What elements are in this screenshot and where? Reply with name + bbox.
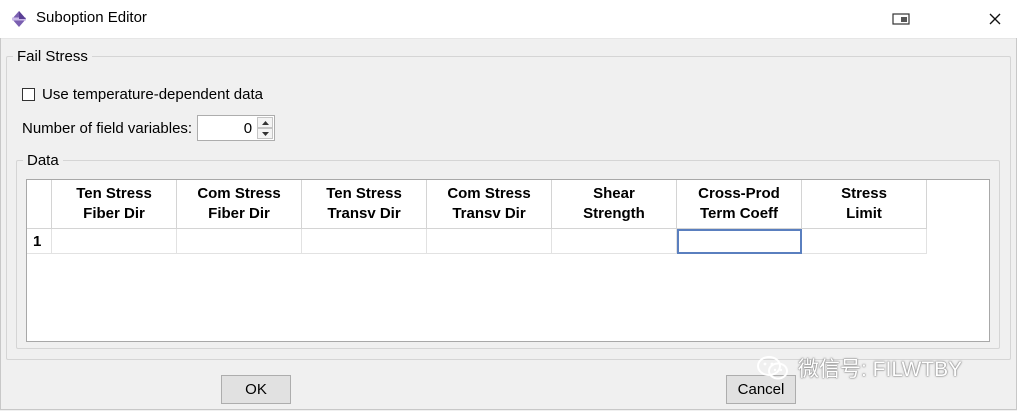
row-header[interactable]: 1 [27,228,52,254]
arrow-down-icon [261,131,269,136]
watermark: 微信号: FILWTBY [756,352,962,384]
column-header[interactable]: Com Stress Fiber Dir [176,180,302,229]
column-header[interactable]: Cross-Prod Term Coeff [676,180,802,229]
fail-stress-legend: Fail Stress [17,48,88,65]
field-variables-label: Number of field variables: [22,119,193,137]
table-cell[interactable] [176,228,302,254]
wechat-icon [757,356,788,380]
arrow-up-icon [261,120,269,125]
data-legend: Data [27,152,59,169]
column-header[interactable]: Ten Stress Fiber Dir [51,180,177,229]
watermark-text: 微信号: FILWTBY [798,358,963,381]
spinner-up-button[interactable] [257,117,274,128]
column-header[interactable]: Shear Strength [551,180,677,229]
spinner-buttons [257,117,274,139]
table-cell[interactable] [51,228,177,254]
close-icon[interactable] [985,9,1005,29]
table-cell[interactable] [801,228,927,254]
field-variables-spinner[interactable]: 0 [197,115,276,141]
app-icon [12,11,26,27]
temp-dependent-option[interactable]: Use temperature-dependent data [22,84,263,104]
column-header[interactable]: Com Stress Transv Dir [426,180,552,229]
data-table-frame: Ten Stress Fiber Dir Com Stress Fiber Dir … [26,179,990,342]
ok-button[interactable]: OK [221,375,291,404]
table-row: 1 [27,228,927,254]
temp-dependent-label: Use temperature-dependent data [42,85,263,103]
table-cell[interactable] [301,228,427,254]
field-variables-value[interactable]: 0 [244,120,252,137]
spinner-down-button[interactable] [257,128,274,139]
temp-dependent-checkbox[interactable] [22,87,35,101]
table-header-row: Ten Stress Fiber Dir Com Stress Fiber Dir … [27,180,927,229]
table-corner [27,180,52,229]
column-header[interactable]: Stress Limit [801,180,927,229]
data-table: Ten Stress Fiber Dir Com Stress Fiber Dir … [27,180,927,254]
field-variables-row: Number of field variables: 0 [22,114,276,142]
restore-icon[interactable] [891,11,913,27]
title-bar: Suboption Editor [0,0,1017,39]
table-cell[interactable] [551,228,677,254]
table-cell[interactable] [426,228,552,254]
window-title: Suboption Editor [36,9,147,26]
column-header[interactable]: Ten Stress Transv Dir [301,180,427,229]
table-cell-selected[interactable] [676,228,802,254]
